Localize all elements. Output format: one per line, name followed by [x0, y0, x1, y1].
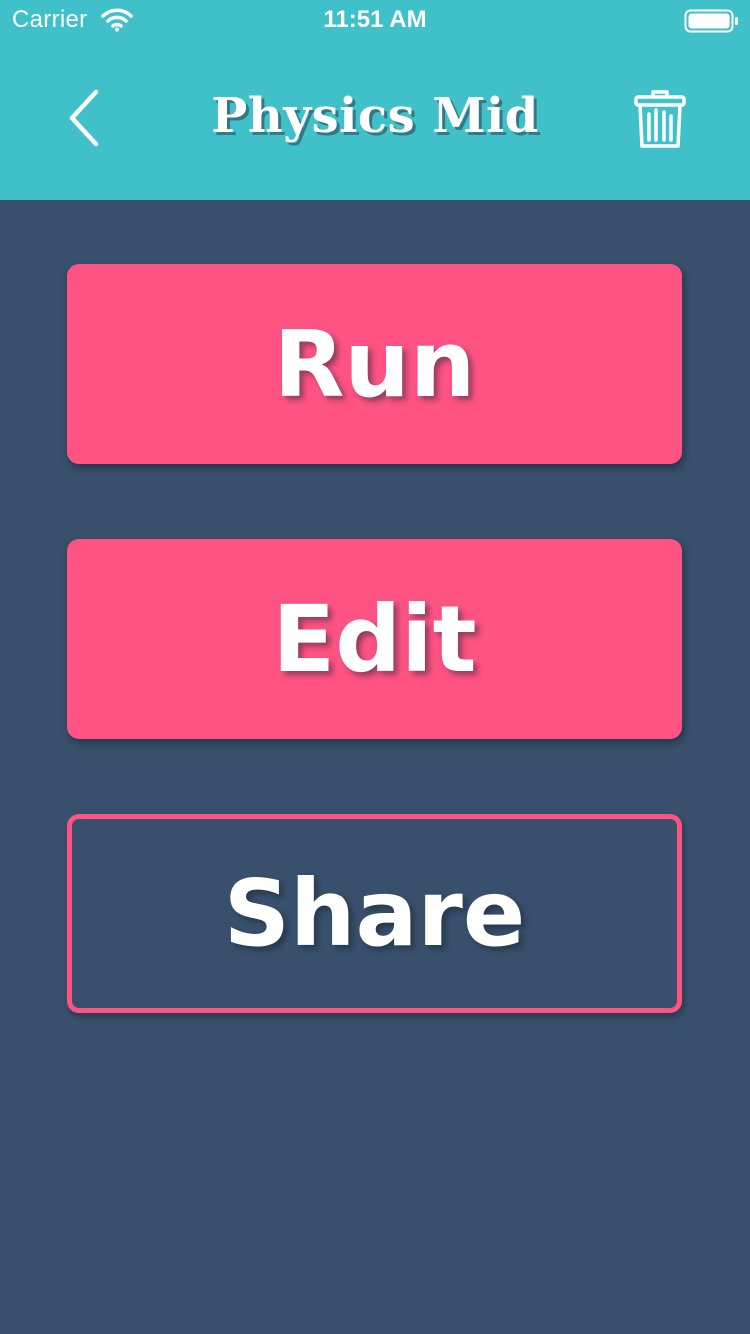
- edit-button[interactable]: Edit: [67, 539, 682, 739]
- run-button[interactable]: Run: [67, 264, 682, 464]
- header-bar: Carrier 11:51 AM Physics Mid: [0, 0, 750, 200]
- navigation-bar: Physics Mid: [0, 40, 750, 200]
- delete-button[interactable]: [620, 80, 700, 160]
- status-time: 11:51 AM: [323, 6, 427, 33]
- trash-icon: [634, 90, 686, 148]
- edit-button-label: Edit: [272, 585, 477, 693]
- run-button-label: Run: [273, 310, 476, 418]
- share-button[interactable]: Share: [67, 814, 682, 1013]
- battery-full-icon: [684, 9, 738, 33]
- status-bar: Carrier 11:51 AM: [0, 0, 750, 40]
- share-button-label: Share: [223, 860, 526, 967]
